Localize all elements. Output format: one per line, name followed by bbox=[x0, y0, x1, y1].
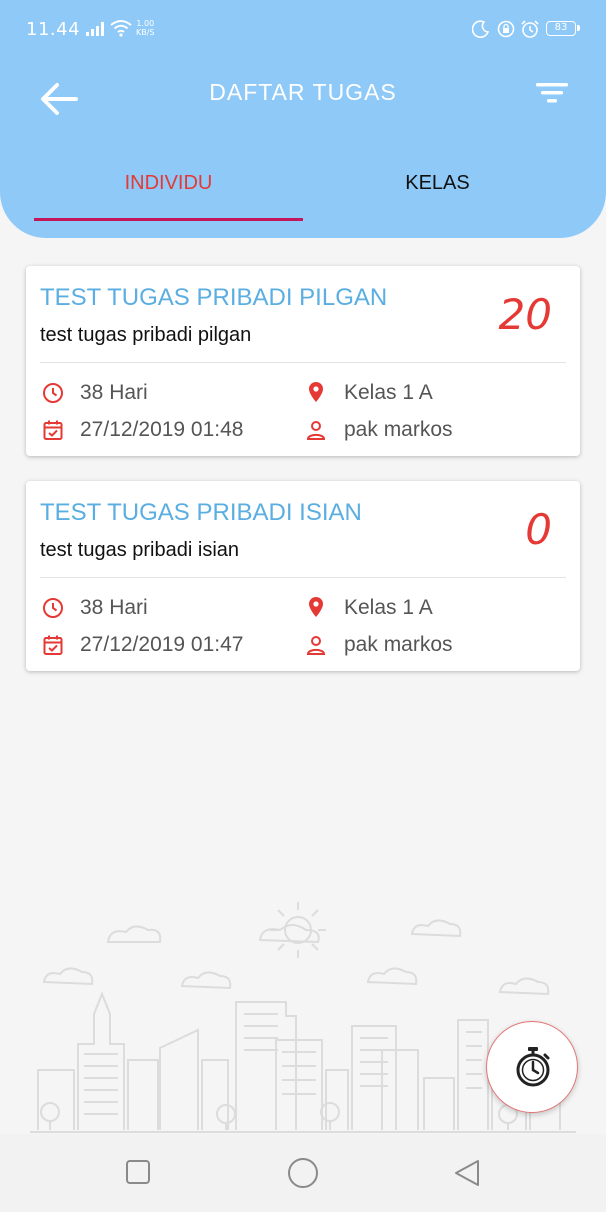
location-pin-icon bbox=[309, 382, 323, 402]
task-title: TEST TUGAS PRIBADI ISIAN bbox=[40, 499, 362, 526]
back-nav-icon[interactable] bbox=[452, 1158, 482, 1188]
net-speed-unit: KB/S bbox=[136, 28, 155, 37]
task-teacher: pak markos bbox=[344, 633, 453, 656]
task-subtitle: test tugas pribadi pilgan bbox=[40, 324, 252, 346]
alarm-icon bbox=[521, 20, 539, 38]
task-datetime: 27/12/2019 01:47 bbox=[80, 633, 244, 656]
task-subtitle: test tugas pribadi isian bbox=[40, 539, 240, 561]
task-datetime: 27/12/2019 01:48 bbox=[80, 418, 244, 441]
recent-apps-icon[interactable] bbox=[124, 1158, 152, 1186]
filter-icon bbox=[536, 83, 568, 103]
task-duration: 38 Hari bbox=[80, 596, 148, 619]
page-title: DAFTAR TUGAS bbox=[209, 79, 397, 105]
network-speed: 1.00 KB/S bbox=[136, 19, 155, 37]
clock-icon bbox=[43, 383, 63, 403]
card-divider bbox=[40, 577, 566, 578]
home-icon[interactable] bbox=[286, 1156, 320, 1190]
task-score: 20 bbox=[498, 290, 552, 339]
status-bar: 11.44 1.00 KB/S 83 bbox=[0, 0, 606, 60]
task-card[interactable]: TEST TUGAS PRIBADI PILGAN test tugas pri… bbox=[26, 266, 580, 456]
tab-kelas[interactable]: KELAS bbox=[303, 172, 572, 195]
stopwatch-icon bbox=[516, 1047, 550, 1087]
location-pin-icon bbox=[309, 597, 323, 617]
task-class: Kelas 1 A bbox=[344, 381, 433, 404]
task-class: Kelas 1 A bbox=[344, 596, 433, 619]
status-time: 11.44 bbox=[26, 19, 81, 40]
wifi-icon bbox=[110, 20, 132, 37]
task-score: 0 bbox=[525, 505, 552, 554]
city-skyline-illustration bbox=[30, 902, 576, 1133]
task-title: TEST TUGAS PRIBADI PILGAN bbox=[40, 284, 388, 311]
person-icon bbox=[306, 421, 326, 440]
tab-indicator bbox=[34, 218, 303, 221]
tab-individu[interactable]: INDIVIDU bbox=[34, 172, 303, 195]
system-navigation-bar bbox=[0, 1134, 606, 1212]
signal-icon bbox=[86, 22, 104, 36]
moon-icon bbox=[472, 20, 490, 38]
calendar-check-icon bbox=[43, 420, 63, 440]
clock-icon bbox=[43, 598, 63, 618]
battery-indicator: 83 bbox=[546, 21, 580, 36]
card-divider bbox=[40, 362, 566, 363]
person-icon bbox=[306, 636, 326, 655]
task-teacher: pak markos bbox=[344, 418, 453, 441]
net-speed-value: 1.00 bbox=[136, 19, 155, 28]
task-duration: 38 Hari bbox=[80, 381, 148, 404]
filter-button[interactable] bbox=[530, 78, 574, 112]
task-card[interactable]: TEST TUGAS PRIBADI ISIAN test tugas prib… bbox=[26, 481, 580, 671]
calendar-check-icon bbox=[43, 635, 63, 655]
timer-fab-button[interactable] bbox=[486, 1021, 578, 1113]
lock-rotation-icon bbox=[497, 20, 515, 38]
